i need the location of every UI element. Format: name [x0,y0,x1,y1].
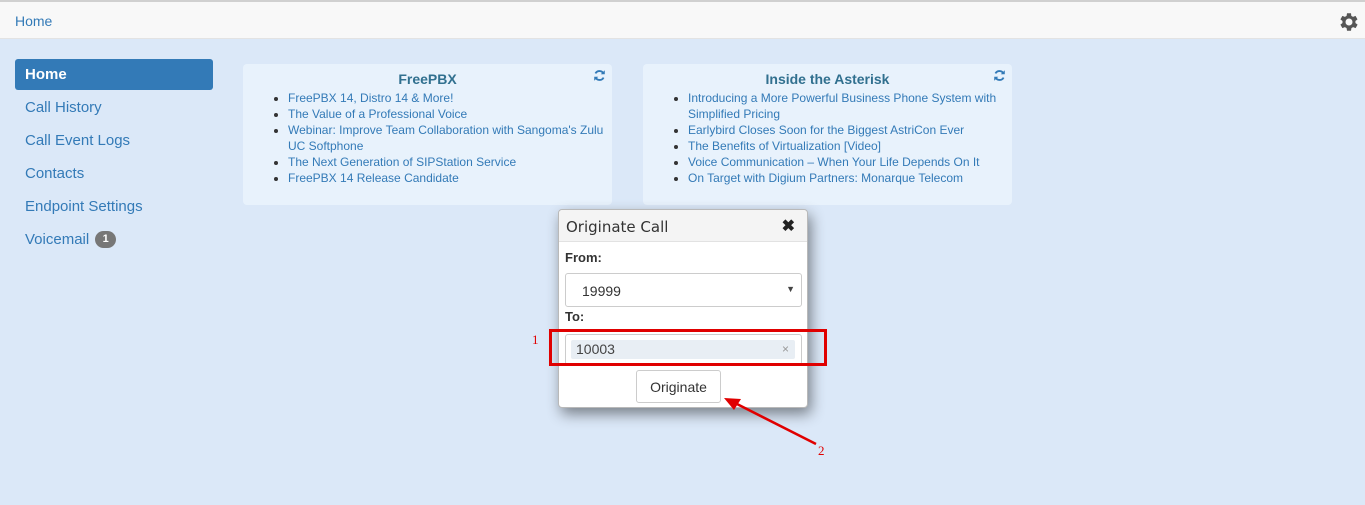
annotation-arrow [724,398,817,446]
